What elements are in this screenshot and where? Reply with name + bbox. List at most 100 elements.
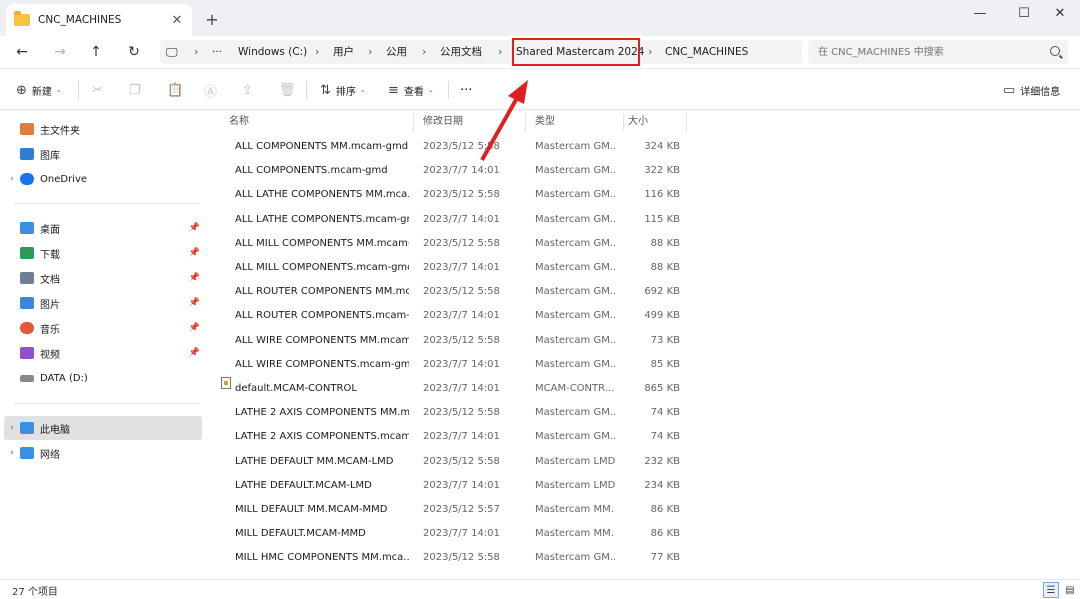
nav-downloads[interactable]: 下载 📌 [4, 241, 202, 265]
file-row[interactable]: MILL DEFAULT MM.MCAM-MMD 2023/5/12 5:57 Ma… [212, 498, 692, 522]
minimize-button[interactable]: — [960, 0, 1000, 26]
file-type: Mastercam GM... [535, 286, 615, 298]
file-row[interactable]: ALL ROUTER COMPONENTS.mcam-g... 2023/7/7 … [212, 304, 692, 328]
file-row[interactable]: LATHE 2 AXIS COMPONENTS.mcam-... 2023/7/7… [212, 425, 692, 449]
file-row[interactable]: ALL LATHE COMPONENTS.mcam-gmd 2023/7/7 14… [212, 208, 692, 232]
column-header-date[interactable]: 修改日期 [423, 111, 463, 133]
maximize-button[interactable]: ☐ [1004, 0, 1044, 26]
chevron-right-icon[interactable]: › [194, 40, 198, 64]
file-date: 2023/7/7 14:01 [423, 383, 500, 394]
more-options-button[interactable]: ··· [460, 79, 472, 101]
chevron-right-icon[interactable]: › [315, 40, 319, 64]
column-header-name[interactable]: 名称 [229, 111, 249, 133]
nav-documents[interactable]: 文档 📌 [4, 266, 202, 290]
pin-icon[interactable]: 📌 [189, 248, 200, 258]
file-row[interactable]: MILL DEFAULT.MCAM-MMD 2023/7/7 14:01 Maste… [212, 522, 692, 546]
copy-button[interactable]: ❐ [129, 79, 146, 101]
rename-button[interactable]: Ⓐ [204, 79, 222, 101]
cut-button[interactable]: ✂ [92, 79, 108, 101]
column-header-size[interactable]: 大小 [628, 111, 648, 133]
paste-button[interactable]: 📋 [167, 79, 188, 101]
file-row[interactable]: default.MCAM-CONTROL 2023/7/7 14:01 MCAM-C… [212, 377, 692, 401]
file-type: Mastercam GM... [535, 237, 615, 249]
file-row[interactable]: ALL COMPONENTS.mcam-gmd 2023/7/7 14:01 Mas… [212, 159, 692, 183]
back-button[interactable]: ← [10, 40, 34, 64]
up-button[interactable]: ↑ [84, 40, 108, 64]
file-row[interactable]: MILL HMC COMPONENTS MM.mca... 2023/5/12 5… [212, 546, 692, 570]
file-row[interactable]: ALL MILL COMPONENTS MM.mcam-... 2023/5/12… [212, 232, 692, 256]
file-row[interactable]: ALL WIRE COMPONENTS.mcam-gmd 2023/7/7 14:… [212, 353, 692, 377]
chevron-right-icon[interactable]: › [4, 423, 20, 433]
share-button[interactable]: ⇪ [242, 79, 258, 101]
nav-this-pc[interactable]: › 此电脑 [4, 416, 202, 440]
pin-icon[interactable]: 📌 [189, 223, 200, 233]
monitor-icon[interactable]: 🖵 [166, 40, 178, 64]
chevron-right-icon[interactable]: › [368, 40, 372, 64]
file-type: Mastercam GM... [535, 165, 615, 177]
breadcrumb-windows-c[interactable]: Windows (C:) [238, 40, 307, 64]
column-divider[interactable] [686, 113, 687, 131]
chevron-right-icon[interactable]: › [4, 174, 20, 184]
tab-close-button[interactable]: ✕ [168, 11, 186, 29]
close-window-button[interactable]: ✕ [1040, 0, 1080, 26]
chevron-right-icon[interactable]: › [648, 40, 652, 64]
refresh-button[interactable]: ↻ [122, 40, 146, 64]
search-box[interactable] [808, 40, 1068, 64]
breadcrumb[interactable]: 🖵 › ··· Windows (C:) › 用户 › 公用 › 公用文档 › … [160, 38, 802, 66]
pin-icon[interactable]: 📌 [189, 323, 200, 333]
new-label: 新建 [31, 86, 52, 98]
column-divider[interactable] [525, 113, 526, 131]
file-row[interactable]: LATHE 2 AXIS COMPONENTS MM.m... 2023/5/12… [212, 401, 692, 425]
nav-pictures[interactable]: 图片 📌 [4, 291, 202, 315]
nav-music[interactable]: 音乐 📌 [4, 316, 202, 340]
nav-onedrive-label: OneDrive [40, 173, 88, 185]
column-header-type[interactable]: 类型 [535, 111, 555, 133]
search-input[interactable] [808, 40, 1038, 64]
nav-gallery[interactable]: 图库 [4, 142, 202, 166]
file-row[interactable]: LATHE DEFAULT MM.MCAM-LMD 2023/5/12 5:58 M… [212, 450, 692, 474]
breadcrumb-public-documents[interactable]: 公用文档 [440, 40, 482, 64]
breadcrumb-cnc-machines[interactable]: CNC_MACHINES [665, 40, 748, 64]
file-name: ALL LATHE COMPONENTS MM.mca... [235, 189, 409, 201]
new-button[interactable]: ⊕ 新建 ⌄ [16, 79, 62, 101]
file-row[interactable]: ALL LATHE COMPONENTS MM.mca... 2023/5/12 … [212, 183, 692, 207]
chevron-right-icon[interactable]: › [4, 448, 20, 458]
details-view-button[interactable]: ☰ [1043, 582, 1059, 598]
title-bar: CNC_MACHINES ✕ + — ☐ ✕ [0, 0, 1080, 36]
nav-data-drive[interactable]: DATA (D:) [4, 366, 202, 390]
breadcrumb-users[interactable]: 用户 [333, 40, 354, 64]
nav-desktop[interactable]: 桌面 📌 [4, 216, 202, 240]
file-type: Mastercam LMD... [535, 455, 615, 467]
delete-button[interactable]: 🗑 [279, 79, 301, 101]
tab-cnc-machines[interactable]: CNC_MACHINES ✕ [6, 4, 192, 36]
file-row[interactable]: ALL COMPONENTS MM.mcam-gmd 2023/5/12 5:58… [212, 135, 692, 159]
file-row[interactable]: ALL WIRE COMPONENTS MM.mcam... 2023/5/12 … [212, 329, 692, 353]
file-row[interactable]: LATHE DEFAULT.MCAM-LMD 2023/7/7 14:01 Mast… [212, 474, 692, 498]
details-pane-button[interactable]: ▭ 详细信息 [1003, 79, 1060, 101]
breadcrumb-more[interactable]: ··· [212, 40, 222, 64]
pin-icon[interactable]: 📌 [189, 298, 200, 308]
forward-button[interactable]: → [48, 40, 72, 64]
nav-onedrive[interactable]: › OneDrive [4, 167, 202, 191]
view-label: 查看 [403, 86, 424, 98]
nav-network[interactable]: › 网络 [4, 441, 202, 465]
breadcrumb-public[interactable]: 公用 [386, 40, 407, 64]
chevron-right-icon[interactable]: › [498, 40, 502, 64]
new-tab-button[interactable]: + [202, 9, 222, 29]
pin-icon[interactable]: 📌 [189, 273, 200, 283]
file-size: 322 KB [644, 165, 680, 177]
column-divider[interactable] [623, 113, 624, 131]
file-row[interactable]: ALL ROUTER COMPONENTS MM.mc... 2023/5/12 … [212, 280, 692, 304]
nav-videos[interactable]: 视频 📌 [4, 341, 202, 365]
toolbar-divider [448, 81, 449, 99]
nav-home[interactable]: 主文件夹 [4, 117, 202, 141]
chevron-right-icon[interactable]: › [422, 40, 426, 64]
sort-button[interactable]: ⇅ 排序 ⌄ [320, 79, 366, 101]
file-row[interactable]: ALL MILL COMPONENTS.mcam-gmd 2023/7/7 14:… [212, 256, 692, 280]
view-button[interactable]: ≡ 查看 ⌄ [388, 79, 434, 101]
pin-icon[interactable]: 📌 [189, 348, 200, 358]
file-type: Mastercam GM... [535, 310, 615, 322]
column-divider[interactable] [413, 113, 414, 131]
search-icon[interactable] [1050, 46, 1060, 56]
tiles-view-button[interactable]: ▤ [1062, 582, 1078, 598]
